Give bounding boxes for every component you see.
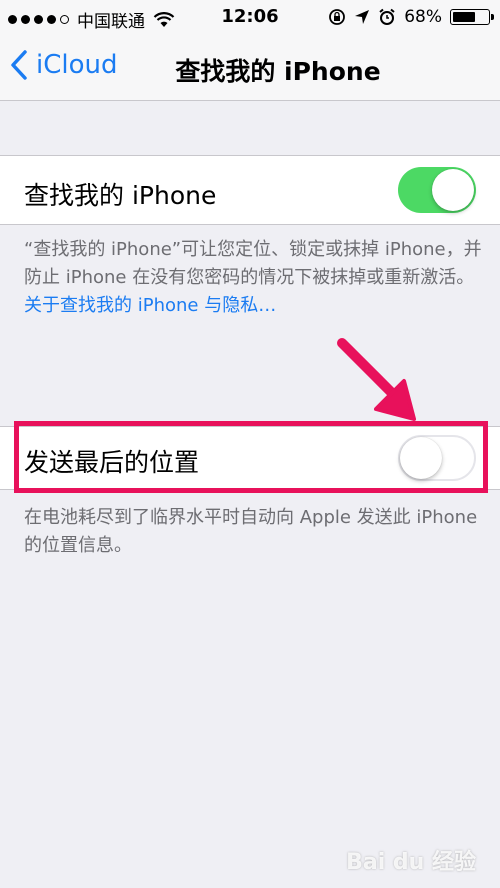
location-arrow-icon [355, 10, 370, 24]
battery-tip [491, 14, 494, 20]
page-title: 查找我的 iPhone [175, 57, 381, 86]
battery-level-fill [453, 12, 476, 22]
find-my-iphone-description: “查找我的 iPhone”可让您定位、锁定或抹掉 iPhone，并防止 iPho… [24, 236, 484, 320]
send-last-location-description: 在电池耗尽到了临界水平时自动向 Apple 发送此 iPhone 的位置信息。 [24, 507, 478, 556]
status-right: 68% [328, 7, 494, 27]
navigation-bar: iCloud 查找我的 iPhone [0, 36, 500, 101]
privacy-link[interactable]: 关于查找我的 iPhone 与隐私… [24, 295, 276, 316]
find-my-iphone-label: 查找我的 iPhone [24, 181, 217, 210]
watermark-logo: Bai du 经验 [346, 844, 476, 876]
rotation-lock-icon [329, 9, 346, 25]
find-my-iphone-footer-text: “查找我的 iPhone”可让您定位、锁定或抹掉 iPhone，并防止 iPho… [24, 239, 482, 288]
watermark-text: Bai du 经验 [346, 850, 476, 875]
find-my-iphone-toggle[interactable] [398, 167, 476, 213]
status-bar: 中国联通 12:06 68% [0, 0, 500, 36]
battery-icon [450, 9, 494, 25]
alarm-clock-icon [379, 8, 395, 25]
find-my-iphone-cell: 查找我的 iPhone [0, 155, 500, 225]
toggle-knob [432, 169, 474, 211]
annotation-arrow-icon [337, 338, 416, 421]
battery-percent: 68% [404, 7, 442, 27]
